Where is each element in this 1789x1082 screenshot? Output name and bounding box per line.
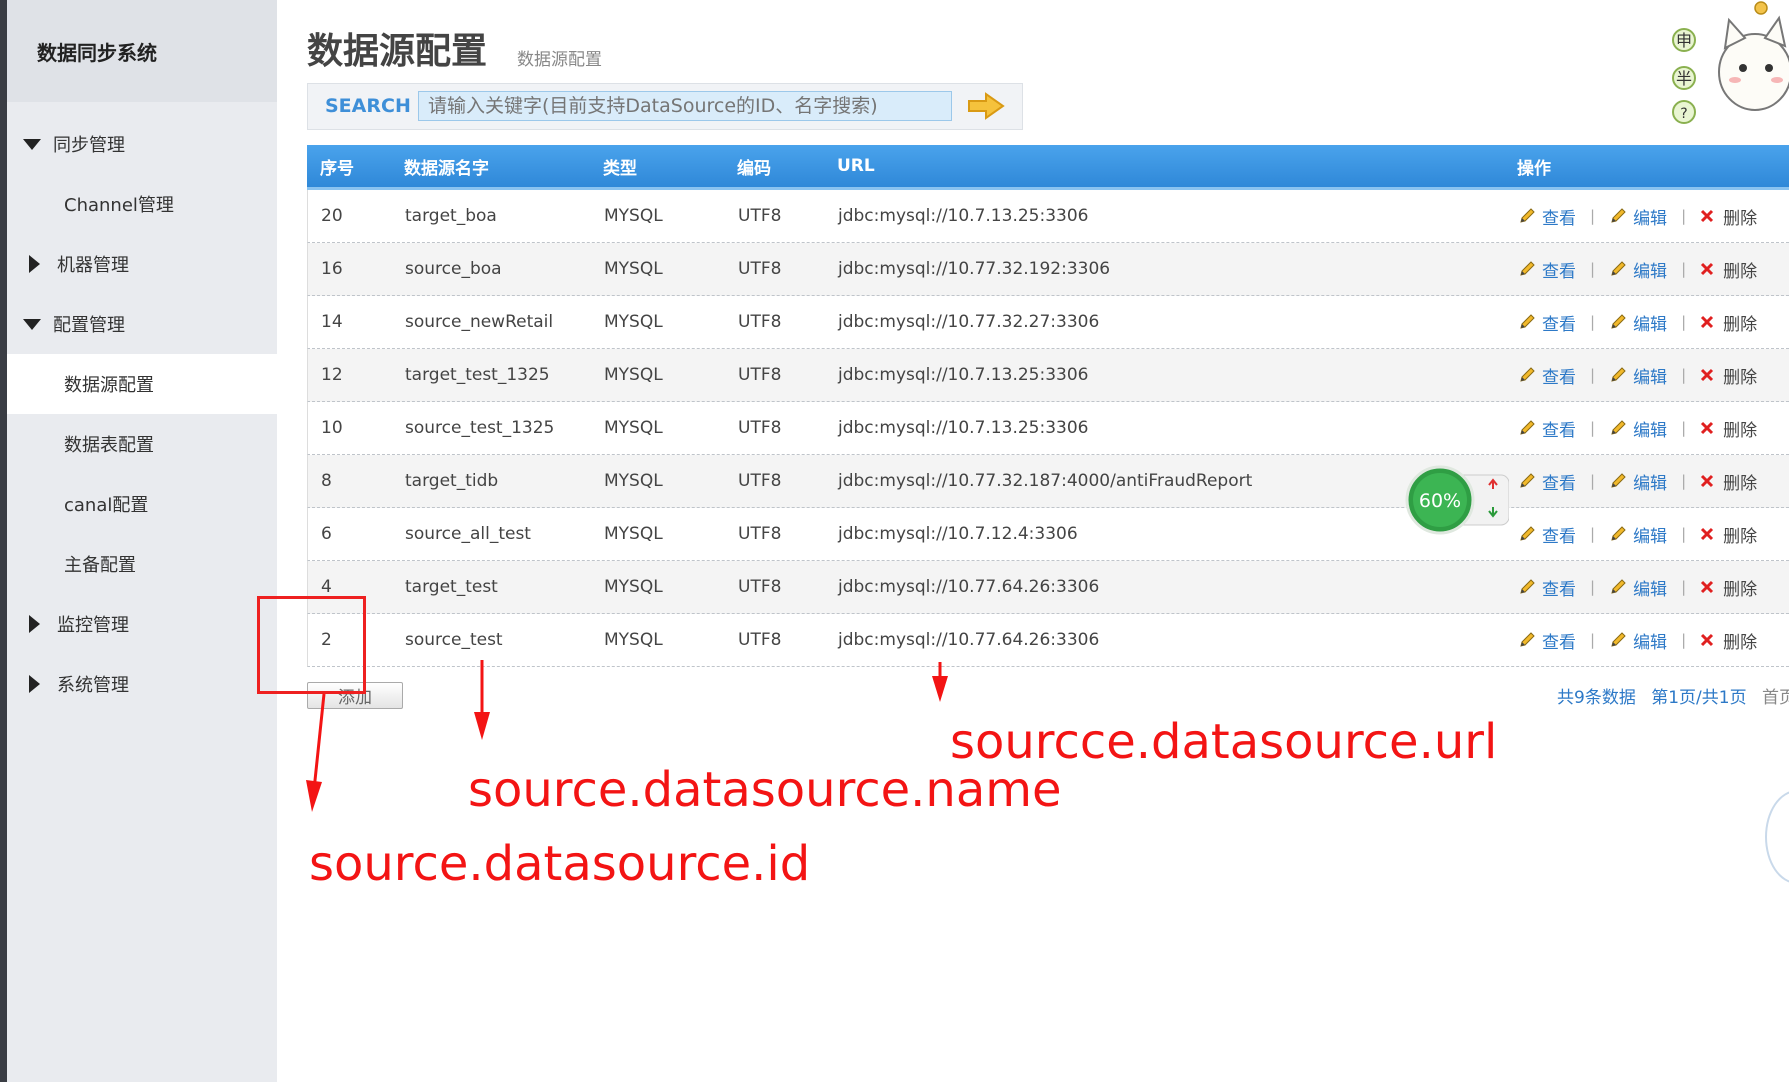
annotation-id-label: source.datasource.id	[309, 836, 811, 892]
annotation-arrows	[306, 660, 948, 812]
annotation-name-label: source.datasource.name	[468, 762, 1062, 818]
